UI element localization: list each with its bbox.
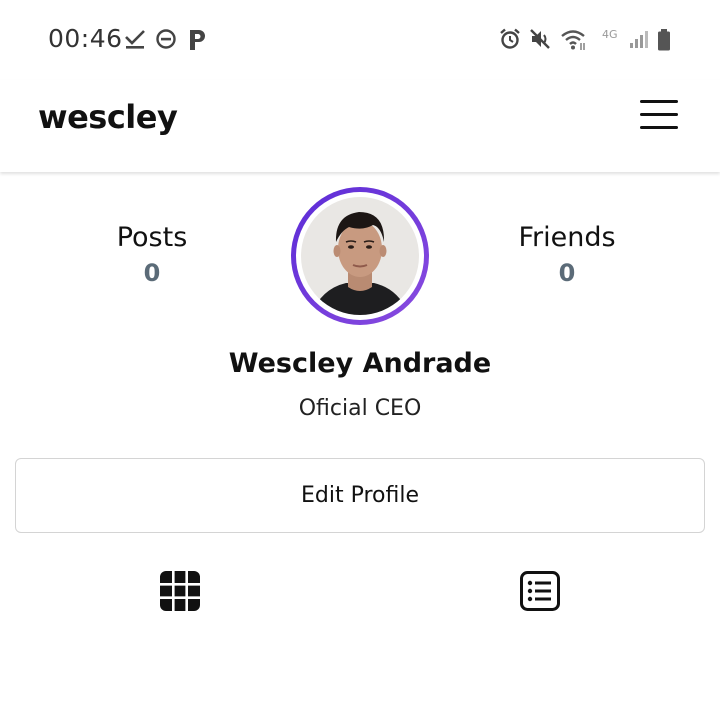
network-type: 4G — [602, 28, 618, 41]
battery-icon — [658, 29, 670, 51]
edit-profile-button[interactable]: Edit Profile — [15, 458, 705, 533]
wifi-icon — [561, 30, 585, 50]
status-bar: 00:46 4G — [0, 0, 720, 80]
list-view-icon[interactable] — [519, 570, 561, 612]
do-not-disturb-icon — [156, 29, 176, 49]
signal-icon — [630, 31, 648, 48]
profile-name: Wescley Andrade — [228, 348, 492, 379]
app-title: wescley — [38, 98, 178, 136]
avatar-photo — [301, 197, 419, 315]
friends-stat[interactable]: Friends 0 — [467, 222, 667, 287]
profile-role: Oficial CEO — [298, 396, 422, 421]
alarm-icon — [500, 28, 520, 49]
download-done-icon — [125, 30, 145, 49]
hamburger-menu-icon[interactable] — [640, 100, 680, 132]
grid-view-icon[interactable] — [159, 570, 201, 612]
friends-label: Friends — [518, 222, 616, 253]
posts-count: 0 — [143, 259, 161, 287]
posts-stat[interactable]: Posts 0 — [52, 222, 252, 287]
p-app-icon — [190, 30, 205, 50]
app-bar: wescley — [0, 80, 720, 172]
friends-count: 0 — [558, 259, 576, 287]
status-time: 00:46 — [48, 24, 123, 53]
posts-label: Posts — [116, 222, 188, 253]
avatar[interactable] — [291, 187, 429, 325]
mute-icon — [530, 29, 550, 49]
